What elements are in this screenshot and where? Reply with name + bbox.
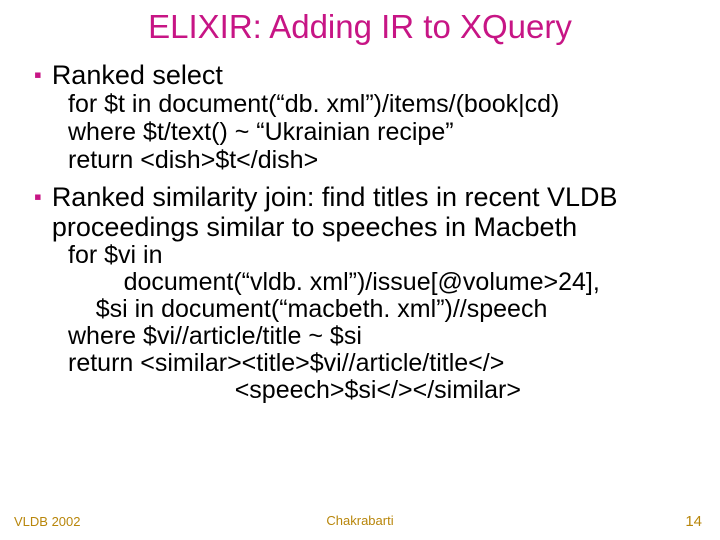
code-block: for $t in document(“db. xml”)/items/(boo… [68, 90, 692, 174]
slide-footer: VLDB 2002 Chakrabarti 14 [0, 513, 720, 530]
bullet-marker-icon: ▪ [34, 60, 42, 90]
footer-center: Chakrabarti [326, 513, 393, 528]
spacer [38, 174, 692, 180]
footer-page-number: 14 [685, 513, 702, 530]
bullet-item: ▪ Ranked select [38, 60, 692, 90]
footer-left: VLDB 2002 [14, 514, 81, 529]
bullet-text: Ranked select [52, 60, 223, 90]
slide-body: ▪ Ranked select for $t in document(“db. … [0, 60, 720, 404]
slide-title: ELIXIR: Adding IR to XQuery [0, 8, 720, 46]
slide: ELIXIR: Adding IR to XQuery ▪ Ranked sel… [0, 0, 720, 540]
bullet-marker-icon: ▪ [34, 182, 42, 212]
bullet-text: Ranked similarity join: find titles in r… [52, 182, 692, 242]
bullet-item: ▪ Ranked similarity join: find titles in… [38, 182, 692, 242]
code-block: for $vi in document(“vldb. xml”)/issue[@… [68, 242, 692, 404]
